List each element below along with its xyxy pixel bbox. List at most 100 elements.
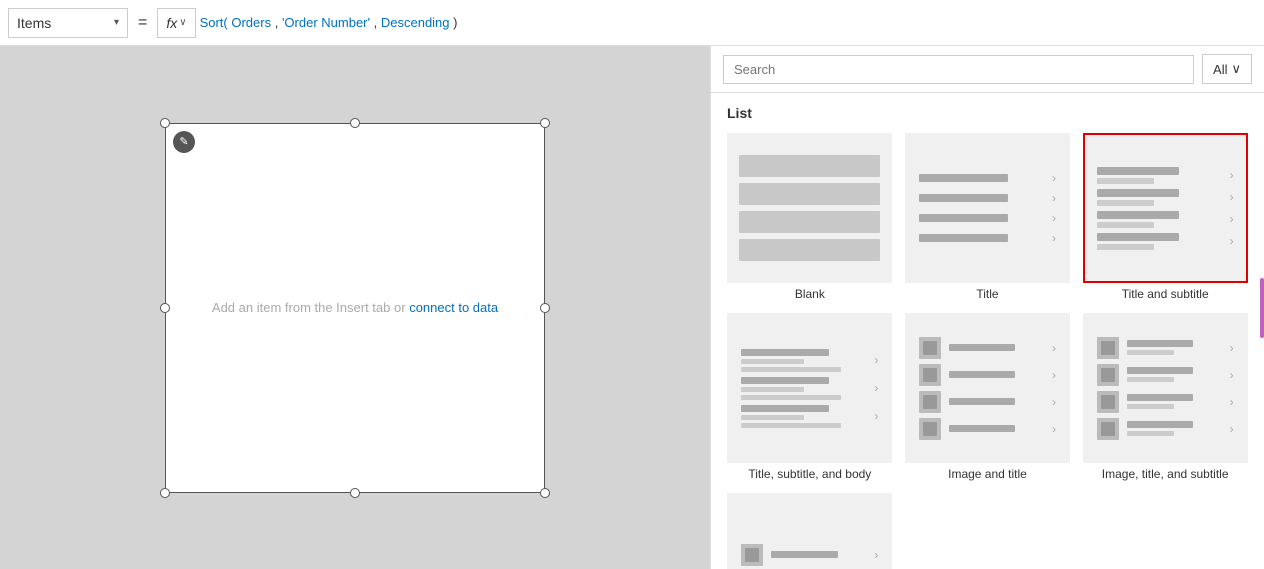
handle-bottom-center[interactable] bbox=[350, 488, 360, 498]
its-title-1 bbox=[1127, 340, 1194, 347]
its-row-4: › bbox=[1097, 418, 1234, 440]
ts-subtitle-2 bbox=[1097, 200, 1154, 206]
gallery-item-blank[interactable]: Blank bbox=[727, 133, 893, 301]
its-img-1 bbox=[1097, 337, 1119, 359]
line-dark-3 bbox=[919, 214, 1008, 222]
its-template: › › bbox=[1085, 329, 1246, 448]
its-chevron-1: › bbox=[1230, 341, 1234, 355]
search-input[interactable] bbox=[723, 55, 1194, 84]
it-row-1: › bbox=[919, 337, 1056, 359]
extra-1-chevron-1: › bbox=[874, 548, 878, 562]
formula-close: ) bbox=[453, 15, 457, 30]
canvas-widget: Add an item from the Insert tab or conne… bbox=[165, 123, 545, 493]
its-title-4 bbox=[1127, 421, 1194, 428]
its-lines-2 bbox=[1127, 367, 1222, 382]
ts-chevron-1: › bbox=[1230, 168, 1234, 182]
equals-sign: = bbox=[132, 14, 153, 32]
gallery-thumb-blank bbox=[727, 133, 892, 283]
all-dropdown[interactable]: All ∨ bbox=[1202, 54, 1252, 84]
gallery-thumb-extra-1: › › bbox=[727, 493, 892, 569]
title-text-lines-1 bbox=[919, 174, 1046, 182]
its-sub-4 bbox=[1127, 431, 1175, 436]
its-title-3 bbox=[1127, 394, 1194, 401]
handle-top-left[interactable] bbox=[160, 118, 170, 128]
handle-middle-right[interactable] bbox=[540, 303, 550, 313]
tsb-row-1: › bbox=[741, 349, 878, 372]
it-lines-4 bbox=[949, 425, 1044, 432]
its-lines-4 bbox=[1127, 421, 1222, 436]
items-label: Items bbox=[17, 15, 110, 31]
fx-label: fx bbox=[166, 15, 177, 31]
it-title-2 bbox=[949, 371, 1016, 378]
it-title-4 bbox=[949, 425, 1016, 432]
canvas-area: Add an item from the Insert tab or conne… bbox=[0, 46, 710, 569]
extra-1-lines-1 bbox=[771, 551, 866, 558]
tsb-sub-2 bbox=[741, 387, 804, 392]
it-img-placeholder-4 bbox=[923, 422, 937, 436]
gallery-label-title: Title bbox=[976, 287, 998, 301]
right-panel: All ∨ List Blank bbox=[710, 46, 1264, 569]
tsb-chevron-2: › bbox=[874, 381, 878, 395]
its-img-3 bbox=[1097, 391, 1119, 413]
handle-bottom-left[interactable] bbox=[160, 488, 170, 498]
ts-lines-2 bbox=[1097, 189, 1224, 206]
title-row-4: › bbox=[919, 231, 1056, 245]
extra-1-template: › › bbox=[729, 536, 890, 569]
gallery-grid: Blank › bbox=[727, 133, 1248, 481]
blank-row-1 bbox=[739, 155, 880, 177]
it-img-4 bbox=[919, 418, 941, 440]
tsb-row-3: › bbox=[741, 405, 878, 428]
handle-bottom-right[interactable] bbox=[540, 488, 550, 498]
its-lines-1 bbox=[1127, 340, 1222, 355]
gallery-item-title[interactable]: › › bbox=[905, 133, 1071, 301]
title-text-lines-2 bbox=[919, 194, 1046, 202]
gallery-thumb-title-subtitle: › › bbox=[1083, 133, 1248, 283]
edit-icon[interactable]: ✎ bbox=[173, 131, 195, 153]
items-dropdown[interactable]: Items ▾ bbox=[8, 8, 128, 38]
blank-row-2 bbox=[739, 183, 880, 205]
ts-lines-1 bbox=[1097, 167, 1224, 184]
it-row-2: › bbox=[919, 364, 1056, 386]
ts-subtitle-4 bbox=[1097, 244, 1154, 250]
tsb-body-1 bbox=[741, 367, 841, 372]
ts-chevron-3: › bbox=[1230, 212, 1234, 226]
handle-middle-left[interactable] bbox=[160, 303, 170, 313]
tsb-sub-3 bbox=[741, 415, 804, 420]
formula-descending: Descending bbox=[381, 15, 450, 30]
title-template: › › bbox=[907, 163, 1068, 253]
its-img-2 bbox=[1097, 364, 1119, 386]
handle-top-right[interactable] bbox=[540, 118, 550, 128]
extra-1-line-1 bbox=[771, 551, 838, 558]
tsb-title-2 bbox=[741, 377, 829, 384]
selection-box bbox=[165, 123, 545, 493]
gallery-item-image-title[interactable]: › › bbox=[905, 313, 1071, 481]
title-text-lines-4 bbox=[919, 234, 1046, 242]
formula-comma1: , bbox=[275, 15, 282, 30]
search-bar: All ∨ bbox=[711, 46, 1264, 93]
line-dark-2 bbox=[919, 194, 1008, 202]
chevron-right-icon-1: › bbox=[1052, 171, 1056, 185]
fx-button[interactable]: fx ∨ bbox=[157, 8, 195, 38]
gallery-item-title-subtitle[interactable]: › › bbox=[1082, 133, 1248, 301]
handle-top-center[interactable] bbox=[350, 118, 360, 128]
its-row-1: › bbox=[1097, 337, 1234, 359]
ts-row-2: › bbox=[1097, 189, 1234, 206]
tsb-lines-3 bbox=[741, 405, 866, 428]
ts-row-4: › bbox=[1097, 233, 1234, 250]
it-chevron-1: › bbox=[1052, 341, 1056, 355]
chevron-right-icon-4: › bbox=[1052, 231, 1056, 245]
it-lines-3 bbox=[949, 398, 1044, 405]
tsb-body-3 bbox=[741, 423, 841, 428]
gallery-item-title-subtitle-body[interactable]: › › bbox=[727, 313, 893, 481]
gallery-grid-2: › › bbox=[727, 493, 1248, 569]
gallery-thumb-image-title: › › bbox=[905, 313, 1070, 463]
title-row-3: › bbox=[919, 211, 1056, 225]
gallery-item-extra-1[interactable]: › › bbox=[727, 493, 893, 569]
tsb-sub-1 bbox=[741, 359, 804, 364]
chevron-right-icon-3: › bbox=[1052, 211, 1056, 225]
extra-1-img-1 bbox=[741, 544, 763, 566]
gallery-thumb-title: › › bbox=[905, 133, 1070, 283]
all-label: All bbox=[1213, 62, 1227, 77]
gallery-item-image-title-subtitle[interactable]: › › bbox=[1082, 313, 1248, 481]
title-row-2: › bbox=[919, 191, 1056, 205]
